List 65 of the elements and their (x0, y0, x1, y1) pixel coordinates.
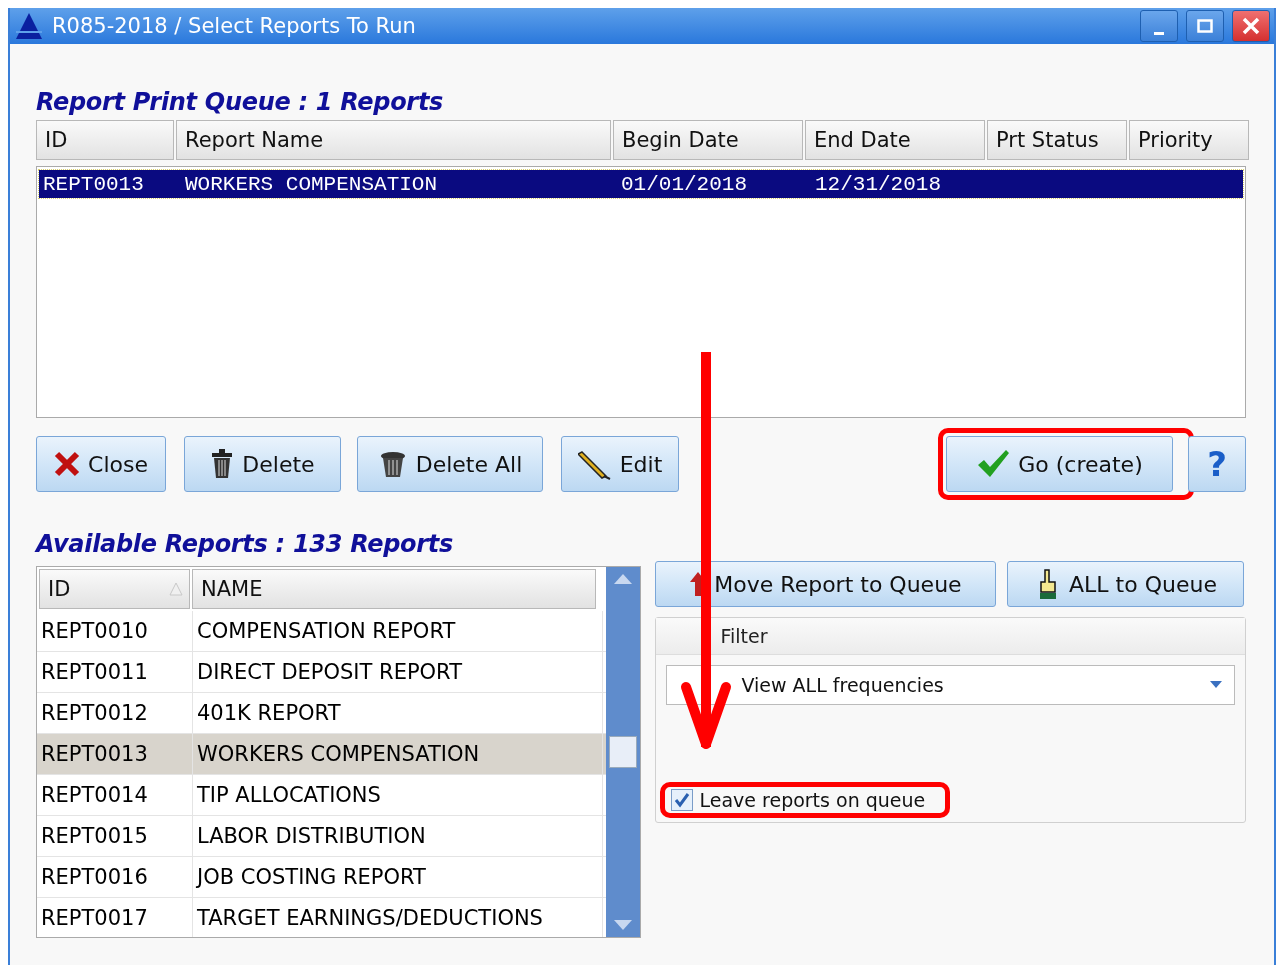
table-cell: REPT0015 (37, 816, 193, 856)
table-cell: REPT0013 (37, 734, 193, 774)
table-cell: REPT0012 (37, 693, 193, 733)
queue-cell-text: 12/31/2018 (814, 172, 943, 196)
table-cell: LABOR DISTRIBUTION (193, 816, 603, 856)
table-cell: REPT0011 (37, 652, 193, 692)
queue-cell-text: WORKERS COMPENSATION (184, 172, 439, 196)
table-cell: TARGET EARNINGS/DEDUCTIONS (193, 898, 603, 937)
table-cell: 401K REPORT (193, 693, 603, 733)
close-icon (1242, 17, 1260, 35)
column-header[interactable]: ID (36, 120, 174, 160)
column-header[interactable]: End Date (805, 120, 985, 160)
app-logo-icon (14, 12, 44, 40)
pencil-icon (577, 448, 612, 480)
table-cell: REPT0017 (37, 898, 193, 937)
frequency-dropdown[interactable]: View ALL frequencies (666, 665, 1235, 705)
scrollbar[interactable] (606, 567, 641, 937)
move-to-queue-button[interactable]: Move Report to Queue (655, 561, 997, 607)
x-icon (54, 451, 81, 477)
column-header[interactable]: Priority (1129, 120, 1249, 160)
column-header[interactable]: Prt Status (987, 120, 1127, 160)
report-row[interactable]: REPT0010 COMPENSATION REPORT (37, 611, 607, 652)
go-button[interactable]: Go (create) (946, 436, 1173, 492)
report-row[interactable]: REPT0014 TIP ALLOCATIONS (37, 775, 607, 816)
report-row[interactable]: REPT0011 DIRECT DEPOSIT REPORT (37, 652, 607, 693)
close-button[interactable] (1232, 10, 1270, 42)
report-row[interactable]: REPT0016 JOB COSTING REPORT (37, 857, 607, 898)
report-row[interactable]: REPT0013 WORKERS COMPENSATION (37, 734, 607, 775)
maximize-icon (1197, 19, 1213, 33)
checkbox[interactable] (671, 789, 694, 811)
leave-on-queue-checkbox[interactable]: Leave reports on queue (665, 787, 946, 813)
column-header[interactable]: NAME (192, 569, 596, 609)
edit-button[interactable]: Edit (561, 436, 679, 492)
filter-title: Filter (656, 618, 1245, 655)
dropdown-caret-icon (1210, 681, 1222, 689)
queue-heading: Report Print Queue : 1 Reports (36, 88, 445, 116)
table-cell: REPT0010 (37, 611, 193, 651)
queue-cell-text: 01/01/2018 (620, 172, 749, 196)
checkmark-icon (976, 449, 1011, 479)
maximize-button[interactable] (1186, 10, 1224, 42)
minimize-icon (1154, 31, 1164, 35)
table-cell: DIRECT DEPOSIT REPORT (193, 652, 603, 692)
table-cell: COMPENSATION REPORT (193, 611, 603, 651)
help-button[interactable]: ? (1188, 436, 1246, 492)
table-cell: TIP ALLOCATIONS (193, 775, 603, 815)
delete-all-button[interactable]: Delete All (357, 436, 543, 492)
table-cell: REPT0016 (37, 857, 193, 897)
report-row[interactable]: REPT0012 401K REPORT (37, 693, 607, 734)
all-to-queue-button[interactable]: ALL to Queue (1007, 561, 1245, 607)
close-button[interactable]: Close (36, 436, 166, 492)
window-title: R085-2018 / Select Reports To Run (52, 14, 417, 38)
available-heading: Available Reports : 133 Reports (36, 530, 454, 558)
table-cell: JOB COSTING REPORT (193, 857, 603, 897)
report-row[interactable]: REPT0015 LABOR DISTRIBUTION (37, 816, 607, 857)
queue-cell-text: REPT0013 (42, 172, 145, 196)
delete-button[interactable]: Delete (184, 436, 341, 492)
column-header[interactable]: Begin Date (613, 120, 803, 160)
minimize-button[interactable] (1140, 10, 1178, 42)
column-header[interactable]: Report Name (176, 120, 611, 160)
trash-icon (210, 449, 235, 479)
scroll-thumb[interactable] (609, 736, 638, 768)
column-header[interactable]: ID (39, 569, 190, 609)
queue-row[interactable]: REPT0013 WORKERS COMPENSATION 01/01/2018 12/31/2018 (39, 170, 1243, 198)
table-cell: REPT0014 (37, 775, 193, 815)
table-cell: WORKERS COMPENSATION (193, 734, 603, 774)
